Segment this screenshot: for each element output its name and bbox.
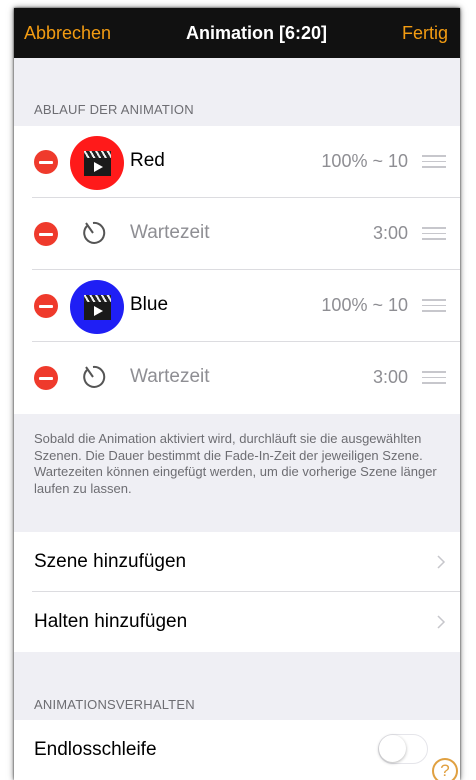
reorder-handle-icon[interactable]: [422, 371, 446, 384]
chevron-right-icon: [437, 555, 446, 569]
behavior-list: Endlosschleife ?: [14, 720, 460, 780]
scene-name: Blue: [130, 294, 169, 315]
delete-minus-icon[interactable]: [34, 366, 58, 390]
wait-label: Wartezeit: [130, 366, 210, 387]
clapperboard-icon: [84, 295, 111, 320]
loop-row: Endlosschleife ?: [14, 720, 460, 780]
timer-icon: [83, 365, 106, 388]
scene-fade-value: 100% ~ 10: [321, 295, 408, 315]
clapperboard-icon: [84, 151, 111, 176]
loop-toggle[interactable]: [378, 734, 428, 764]
add-hold-row[interactable]: Halten hinzufügen: [14, 592, 460, 652]
section-header-behavior: ANIMATIONSVERHALTEN: [34, 697, 195, 712]
delete-minus-icon[interactable]: [34, 150, 58, 174]
chevron-right-icon: [437, 615, 446, 629]
sequence-row-wait[interactable]: Wartezeit 3:00: [14, 342, 460, 414]
help-icon[interactable]: ?: [432, 758, 458, 780]
loop-label: Endlosschleife: [34, 739, 157, 760]
wait-duration: 3:00: [372, 367, 408, 387]
sequence-list: Red 100% ~ 10 Wartezeit 3:00 Blue 100% ~…: [14, 126, 460, 414]
reorder-handle-icon[interactable]: [422, 155, 446, 168]
scene-name: Red: [130, 150, 165, 171]
add-scene-row[interactable]: Szene hinzufügen: [14, 532, 460, 592]
done-button[interactable]: Fertig: [402, 23, 448, 44]
add-hold-label: Halten hinzufügen: [34, 611, 188, 632]
timer-icon: [83, 221, 106, 244]
sequence-footer-note: Sobald die Animation aktiviert wird, dur…: [34, 431, 437, 496]
delete-minus-icon[interactable]: [34, 294, 58, 318]
section-header-sequence: ABLAUF DER ANIMATION: [34, 102, 194, 117]
actions-list: Szene hinzufügen Halten hinzufügen: [14, 532, 460, 652]
wait-label: Wartezeit: [130, 222, 210, 243]
sequence-row-red[interactable]: Red 100% ~ 10: [14, 126, 460, 198]
page-title: Animation [6:20]: [186, 22, 328, 43]
reorder-handle-icon[interactable]: [422, 299, 446, 312]
navigation-bar: Abbrechen Animation [6:20] Fertig: [14, 8, 460, 58]
cancel-button[interactable]: Abbrechen: [24, 23, 111, 44]
scene-color-swatch: [70, 280, 124, 334]
toggle-knob: [379, 735, 406, 762]
reorder-handle-icon[interactable]: [422, 227, 446, 240]
delete-minus-icon[interactable]: [34, 222, 58, 246]
sequence-row-blue[interactable]: Blue 100% ~ 10: [14, 270, 460, 342]
add-scene-label: Szene hinzufügen: [34, 551, 187, 572]
wait-duration: 3:00: [372, 223, 408, 243]
scene-color-swatch: [70, 136, 124, 190]
sequence-row-wait[interactable]: Wartezeit 3:00: [14, 198, 460, 270]
scene-fade-value: 100% ~ 10: [321, 151, 408, 171]
app-screen: Abbrechen Animation [6:20] Fertig ABLAUF…: [14, 8, 460, 780]
